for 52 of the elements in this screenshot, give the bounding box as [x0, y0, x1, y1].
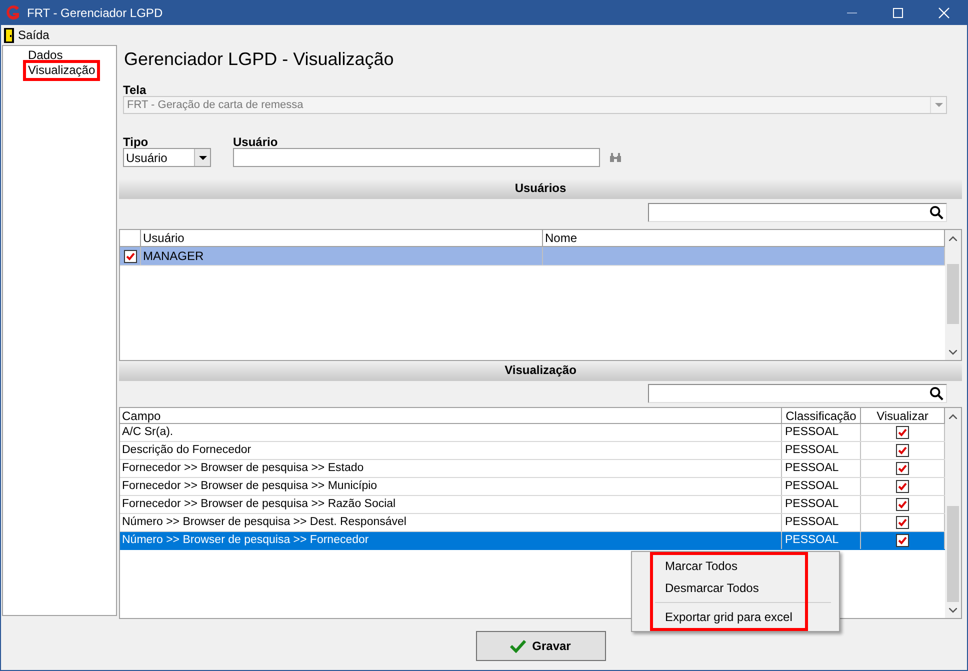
user-field[interactable]	[233, 148, 600, 167]
table-cell: Fornecedor >> Browser de pesquisa >> Estado	[120, 460, 782, 477]
menu-item[interactable]: Desmarcar Todos	[665, 577, 805, 599]
type-dropdown[interactable]: Usuário	[123, 148, 211, 167]
checkbox[interactable]	[896, 480, 909, 493]
menu-item[interactable]: Exportar grid para excel	[665, 606, 805, 628]
scrollbar-thumb[interactable]	[947, 264, 959, 324]
table-cell: PESSOAL	[782, 424, 861, 441]
table-cell: PESSOAL	[782, 442, 861, 459]
section-header: Usuários	[119, 179, 962, 199]
checkbox[interactable]	[896, 462, 909, 475]
checkbox[interactable]	[896, 534, 909, 547]
window-title: FRT - Gerenciador LGPD	[27, 5, 163, 22]
table-cell: Número >> Browser de pesquisa >> Dest. Responsável	[120, 514, 782, 531]
scrollbar-thumb[interactable]	[947, 506, 959, 602]
table-cell: PESSOAL	[782, 532, 861, 549]
menu-item[interactable]: Saída	[1, 26, 52, 44]
table-cell: PESSOAL	[782, 460, 861, 477]
table-cell: Fornecedor >> Browser de pesquisa >> Município	[120, 478, 782, 495]
app-logo-icon	[5, 5, 21, 21]
checkbox[interactable]	[896, 426, 909, 439]
table-cell: A/C Sr(a).	[120, 424, 782, 441]
table-cell: Fornecedor >> Browser de pesquisa >> Razão Social	[120, 496, 782, 513]
checkbox[interactable]	[896, 498, 909, 511]
search-icon	[929, 204, 944, 220]
sidebar-item[interactable]: Dados	[26, 48, 65, 63]
table-cell: PESSOAL	[782, 496, 861, 513]
search-icon	[929, 386, 944, 400]
table-cell: PESSOAL	[782, 514, 861, 531]
menu-item[interactable]: Marcar Todos	[665, 555, 805, 577]
checkbox[interactable]	[124, 250, 136, 262]
field-label: Usuário	[233, 134, 279, 148]
binoculars-icon[interactable]	[610, 153, 621, 162]
checkbox[interactable]	[896, 516, 909, 529]
column-header[interactable]: Usuário	[141, 230, 543, 246]
door-icon	[4, 28, 14, 42]
check-icon	[510, 639, 526, 653]
sidebar-item[interactable]: Visualização	[26, 63, 98, 78]
save-button[interactable]: Gravar	[476, 631, 606, 661]
table-cell: PESSOAL	[782, 478, 861, 495]
search-field[interactable]	[648, 384, 947, 402]
search-field[interactable]	[648, 202, 947, 222]
section-header: Visualização	[119, 361, 962, 381]
column-header[interactable]: Classificação	[782, 408, 861, 423]
table-cell: Número >> Browser de pesquisa >> Fornecedor	[120, 532, 782, 549]
table-cell: Descrição do Fornecedor	[120, 442, 782, 459]
checkbox[interactable]	[896, 444, 909, 457]
field-label: Tela	[123, 82, 148, 96]
page-heading: Gerenciador LGPD - Visualização	[124, 48, 395, 71]
table-cell: MANAGER	[141, 247, 543, 265]
column-header[interactable]: Campo	[120, 408, 782, 423]
field-label: Tipo	[123, 134, 150, 148]
